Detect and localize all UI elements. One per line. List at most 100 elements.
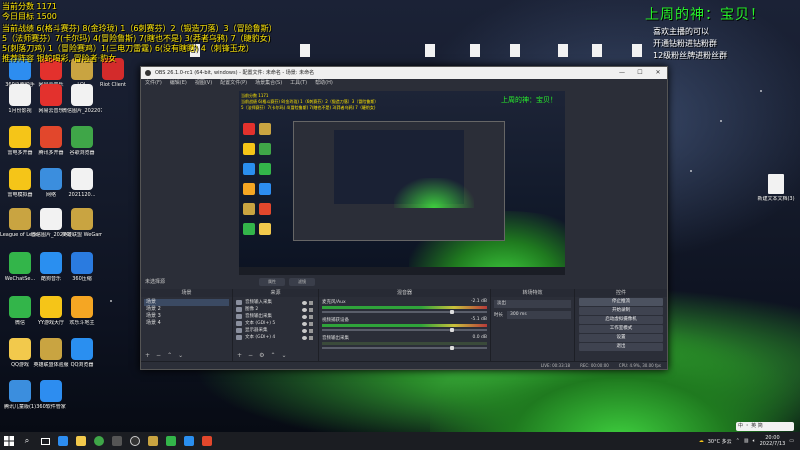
desktop-icon[interactable]: 谷歌浏览器	[62, 126, 102, 156]
eye-icon[interactable]	[302, 321, 307, 326]
eye-icon[interactable]	[302, 300, 307, 305]
desktop-icon[interactable]: 微信图片_202207	[62, 84, 102, 114]
task-view-icon[interactable]	[36, 432, 54, 450]
start-recording-button[interactable]: 开始录制	[579, 307, 663, 315]
taskbar-app[interactable]	[72, 432, 90, 450]
eye-icon[interactable]	[302, 314, 307, 319]
lock-icon[interactable]	[309, 335, 313, 340]
desktop-icon[interactable]: 英雄联盟 WeGame版	[62, 208, 102, 238]
app-icon	[71, 296, 93, 318]
add-icon[interactable]: +	[237, 352, 242, 359]
weather-text[interactable]: 30°C 多云	[708, 438, 732, 445]
lock-icon[interactable]	[309, 314, 313, 319]
properties-button[interactable]: 属性	[259, 278, 285, 286]
volume-slider[interactable]	[322, 328, 487, 332]
source-item[interactable]: 文本 (GDI+) 4	[236, 334, 315, 341]
obs-titlebar[interactable]: OBS 26.1.0-rc1 (64-bit, windows) - 配置文件:…	[141, 67, 667, 79]
slider-handle[interactable]	[450, 310, 454, 314]
source-item[interactable]: 文本 (GDI+) 5	[236, 320, 315, 327]
chevron-up-icon[interactable]: ⌃	[736, 438, 740, 444]
menu-view[interactable]: 视图(V)	[195, 79, 212, 88]
source-item[interactable]: 显示器采集	[236, 327, 315, 334]
up-icon[interactable]: ⌃	[270, 352, 275, 359]
transition-select[interactable]: 淡出	[494, 300, 571, 308]
ime-toolbar[interactable]: 中 ・ 英 简	[736, 422, 794, 431]
search-icon[interactable]: ⌕	[18, 432, 36, 450]
down-icon[interactable]: ⌄	[281, 352, 286, 359]
remove-icon[interactable]: −	[248, 352, 253, 359]
doc-icon[interactable]	[510, 44, 520, 57]
network-icon[interactable]: ▥	[744, 438, 749, 444]
desktop-icon[interactable]: 欢乐斗地主	[62, 296, 102, 326]
exit-button[interactable]: 退出	[579, 343, 663, 351]
taskbar-app[interactable]	[54, 432, 72, 450]
scene-item[interactable]: 场景 3	[144, 313, 229, 320]
start-button[interactable]	[0, 432, 18, 450]
volume-slider[interactable]	[322, 346, 487, 350]
menu-tools[interactable]: 工具(T)	[290, 79, 307, 88]
nested-hill	[394, 178, 474, 208]
menu-scene-collection[interactable]: 场景集合(S)	[255, 79, 282, 88]
stop-streaming-button[interactable]: 停止推流	[579, 298, 663, 306]
remove-icon[interactable]: −	[156, 352, 161, 359]
scene-item[interactable]: 场景	[144, 299, 229, 306]
taskbar-app[interactable]	[162, 432, 180, 450]
doc-icon[interactable]	[592, 44, 602, 57]
doc-icon[interactable]	[425, 44, 435, 57]
doc-icon[interactable]	[470, 44, 480, 57]
taskbar-app[interactable]	[198, 432, 216, 450]
duration-input[interactable]: 300 ms	[507, 311, 571, 319]
scene-item[interactable]: 场景 2	[144, 306, 229, 313]
slider-handle[interactable]	[450, 328, 454, 332]
settings-button[interactable]: 设置	[579, 334, 663, 342]
down-icon[interactable]: ⌄	[178, 352, 183, 359]
add-icon[interactable]: +	[145, 352, 150, 359]
studio-mode-button[interactable]: 工作室模式	[579, 325, 663, 333]
source-item[interactable]: 音频输出采集	[236, 313, 315, 320]
obs-taskbar-icon[interactable]	[126, 432, 144, 450]
taskbar-app[interactable]	[108, 432, 126, 450]
desktop-icon[interactable]: 360软件管家	[31, 380, 71, 410]
doc-icon[interactable]	[558, 44, 568, 57]
minimize-icon[interactable]: —	[613, 67, 631, 79]
desktop-icon[interactable]: 360压缩	[62, 252, 102, 282]
scene-item[interactable]: 场景 4	[144, 320, 229, 327]
desktop-icon-new-text-doc[interactable]: 新建文本文档(3)	[756, 174, 796, 202]
close-icon[interactable]: ✕	[649, 67, 667, 79]
taskbar-app[interactable]	[90, 432, 108, 450]
source-item[interactable]: 图像 2	[236, 306, 315, 313]
filters-button[interactable]: 滤镜	[289, 278, 315, 286]
menu-file[interactable]: 文件(F)	[145, 79, 162, 88]
lock-icon[interactable]	[309, 328, 313, 333]
lock-icon[interactable]	[309, 300, 313, 305]
clock[interactable]: 20:00 2022/7/13	[760, 435, 786, 447]
doc-icon[interactable]	[632, 44, 642, 57]
virtual-camera-button[interactable]: 启动虚拟摄像机	[579, 316, 663, 324]
lock-icon[interactable]	[309, 321, 313, 326]
desktop-icon[interactable]: QQ浏览器	[62, 338, 102, 368]
eye-icon[interactable]	[302, 307, 307, 312]
up-icon[interactable]: ⌃	[167, 352, 172, 359]
eye-icon[interactable]	[302, 328, 307, 333]
lock-icon[interactable]	[309, 307, 313, 312]
maximize-icon[interactable]: ☐	[631, 67, 649, 79]
volume-icon[interactable]: 🔈︎	[753, 438, 756, 444]
taskbar-app[interactable]	[180, 432, 198, 450]
menu-profile[interactable]: 配置文件(P)	[220, 79, 247, 88]
source-item[interactable]: 音频输入采集	[236, 299, 315, 306]
menu-edit[interactable]: 编辑(E)	[170, 79, 187, 88]
menu-help[interactable]: 帮助(H)	[315, 79, 333, 88]
scenes-toolbar: + − ⌃ ⌄	[145, 352, 183, 359]
preview-canvas[interactable]: 当前分数 1171 当前战绩 6(格斗赛芬) 8(金玲珑) 1（6刺赛芬）2（锻…	[239, 91, 565, 275]
eye-icon[interactable]	[302, 335, 307, 340]
gear-icon[interactable]: ⚙	[259, 352, 264, 359]
weather-icon[interactable]: ☁	[699, 438, 704, 444]
doc-icon[interactable]	[300, 44, 310, 57]
volume-slider[interactable]	[322, 310, 487, 314]
notification-icon[interactable]: ▭	[789, 438, 794, 444]
taskbar-app[interactable]	[144, 432, 162, 450]
obs-window[interactable]: OBS 26.1.0-rc1 (64-bit, windows) - 配置文件:…	[140, 66, 668, 370]
app-icon	[9, 208, 31, 230]
slider-handle[interactable]	[450, 346, 454, 350]
desktop-icon[interactable]: 2021120...	[62, 168, 102, 198]
